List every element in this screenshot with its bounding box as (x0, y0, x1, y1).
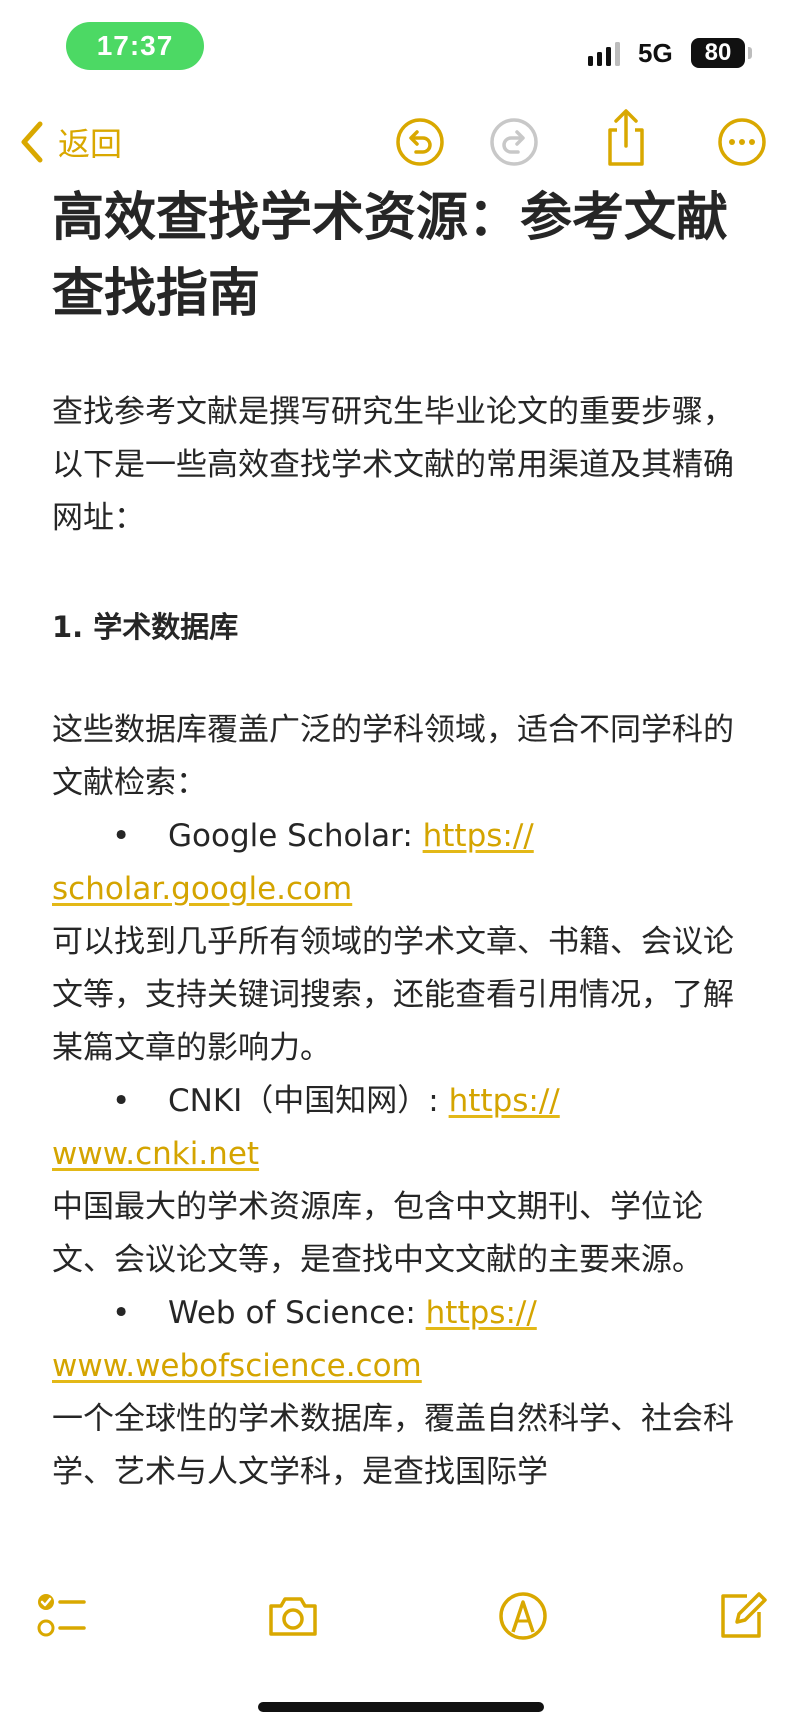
resource-description: 中国最大的学术资源库，包含中文期刊、学位论文、会议论文等，是查找中文文献的主要来… (52, 1189, 703, 1278)
chevron-left-icon (21, 121, 43, 163)
resource-name: CNKI（中国知网）: (168, 1083, 449, 1119)
bullet: • (112, 1295, 131, 1331)
checklist-icon[interactable] (34, 1588, 90, 1644)
back-button[interactable]: 返回 (18, 114, 122, 170)
note-title: 高效查找学术资源：参考文献查找指南 (52, 188, 729, 324)
share-icon[interactable] (600, 108, 652, 168)
resource-name: Web of Science: (168, 1295, 426, 1331)
resource-link[interactable]: https:// (423, 818, 534, 854)
resource-description: 一个全球性的学术数据库，覆盖自然科学、社会科学、艺术与人文学科，是查找国际学 (52, 1401, 734, 1490)
status-time: 17:37 (66, 22, 204, 70)
markup-icon[interactable] (495, 1588, 551, 1644)
resource-link-continued[interactable]: scholar.google.com (52, 871, 352, 907)
resource-description: 可以找到几乎所有领域的学术文章、书籍、会议论文等，支持关键词搜索，还能查看引用情… (52, 924, 734, 1066)
section-heading: 1. 学术数据库 (52, 610, 239, 644)
compose-icon[interactable] (715, 1588, 771, 1644)
note-content[interactable]: 高效查找学术资源：参考文献查找指南 查找参考文献是撰写研究生毕业论文的重要步骤，… (52, 180, 752, 1499)
redo-icon[interactable] (488, 116, 540, 168)
network-type: 5G (638, 38, 673, 68)
list-item: • Google Scholar: https:// (52, 810, 752, 863)
bottom-toolbar (0, 1588, 800, 1648)
resource-link-continued[interactable]: www.cnki.net (52, 1136, 259, 1172)
list-item: • Web of Science: https:// (52, 1287, 752, 1340)
note-intro: 查找参考文献是撰写研究生毕业论文的重要步骤，以下是一些高效查找学术文献的常用渠道… (52, 394, 734, 536)
resource-name: Google Scholar: (168, 818, 423, 854)
nav-bar: 返回 (0, 108, 800, 178)
section-description: 这些数据库覆盖广泛的学科领域，适合不同学科的文献检索： (52, 712, 734, 801)
camera-icon[interactable] (265, 1588, 321, 1644)
bullet: • (112, 1083, 131, 1119)
battery-tip (748, 47, 752, 59)
cellular-signal-icon (588, 42, 620, 66)
back-label: 返回 (58, 125, 123, 163)
battery-icon: 80 (691, 38, 745, 68)
bullet: • (112, 818, 131, 854)
home-indicator[interactable] (258, 1702, 544, 1712)
list-item: • CNKI（中国知网）: https:// (52, 1075, 752, 1128)
resource-link-continued[interactable]: www.webofscience.com (52, 1348, 422, 1384)
more-icon[interactable] (716, 116, 768, 168)
undo-icon[interactable] (394, 116, 446, 168)
resource-link[interactable]: https:// (449, 1083, 560, 1119)
resource-link[interactable]: https:// (426, 1295, 537, 1331)
status-bar: 17:37 5G 80 (0, 0, 800, 100)
